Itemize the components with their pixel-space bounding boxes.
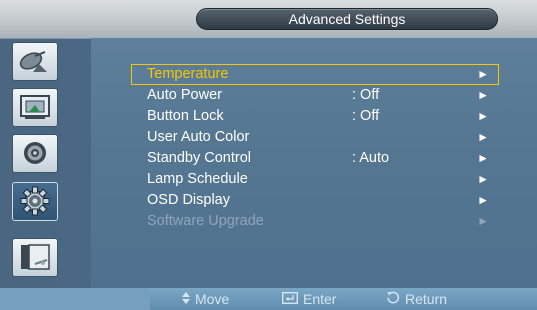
bottom-hint-bar: Move Enter Return — [0, 288, 537, 310]
arrow-right-icon: ► — [477, 193, 489, 207]
arrow-right-icon: ► — [477, 130, 489, 144]
sidebar-item-setup[interactable] — [12, 182, 58, 221]
page-title: Advanced Settings — [288, 11, 406, 27]
return-icon — [386, 288, 400, 310]
arrow-right-icon: ► — [477, 151, 489, 165]
arrow-right-icon: ► — [477, 172, 489, 186]
osd-window: Advanced Settings Temperature ► Auto Pow… — [0, 0, 537, 310]
menu-item-value: : Auto — [352, 150, 390, 166]
main-panel: Temperature ► Auto Power : Off ► Button … — [0, 38, 537, 288]
enter-label: Enter — [303, 291, 337, 307]
menu-item-label: Auto Power — [147, 87, 222, 103]
satellite-dish-icon — [19, 51, 47, 72]
move-label: Move — [195, 291, 230, 307]
title-pill: Advanced Settings — [196, 8, 498, 30]
menu-item-lamp-schedule[interactable]: Lamp Schedule ► — [131, 169, 499, 190]
menu-item-label: OSD Display — [147, 192, 230, 208]
support-book-icon — [21, 244, 50, 270]
menu-item-value: : Off — [352, 108, 380, 124]
move-hint: Move — [182, 288, 229, 310]
sidebar-item-picture[interactable] — [12, 88, 58, 127]
enter-hint: Enter — [281, 288, 337, 310]
sidebar — [0, 38, 91, 288]
return-hint: Return — [386, 288, 447, 310]
gear-icon — [20, 186, 50, 216]
menu-item-label: Temperature — [147, 66, 229, 82]
menu-item-auto-power[interactable]: Auto Power : Off ► — [131, 85, 499, 106]
bottom-bar-left — [0, 288, 150, 310]
sidebar-divider — [0, 38, 91, 39]
picture-icon — [20, 95, 50, 119]
menu-item-label: Software Upgrade — [147, 213, 264, 229]
menu-item-button-lock[interactable]: Button Lock : Off ► — [131, 106, 499, 127]
menu-item-temperature[interactable]: Temperature ► — [131, 64, 499, 85]
settings-menu: Temperature ► Auto Power : Off ► Button … — [131, 64, 499, 232]
return-label: Return — [405, 291, 448, 307]
arrow-right-icon: ► — [477, 109, 489, 123]
menu-item-label: Button Lock — [147, 108, 224, 124]
menu-item-label: Lamp Schedule — [147, 171, 248, 187]
arrow-right-icon: ► — [477, 67, 489, 81]
up-down-icon — [182, 288, 190, 310]
menu-item-user-auto-color[interactable]: User Auto Color ► — [131, 127, 499, 148]
menu-item-value: : Off — [352, 87, 380, 103]
menu-item-label: Standby Control — [147, 150, 251, 166]
enter-icon — [281, 288, 299, 310]
speaker-icon — [24, 142, 46, 164]
menu-item-standby-control[interactable]: Standby Control : Auto ► — [131, 148, 499, 169]
arrow-right-icon: ► — [477, 214, 489, 228]
sidebar-item-input[interactable] — [12, 42, 58, 81]
menu-item-osd-display[interactable]: OSD Display ► — [131, 190, 499, 211]
arrow-right-icon: ► — [477, 88, 489, 102]
title-bar: Advanced Settings — [0, 0, 537, 38]
sidebar-item-support[interactable] — [12, 238, 58, 277]
menu-item-label: User Auto Color — [147, 129, 250, 145]
menu-item-software-upgrade: Software Upgrade ► — [131, 211, 499, 232]
sidebar-item-sound[interactable] — [12, 134, 58, 173]
